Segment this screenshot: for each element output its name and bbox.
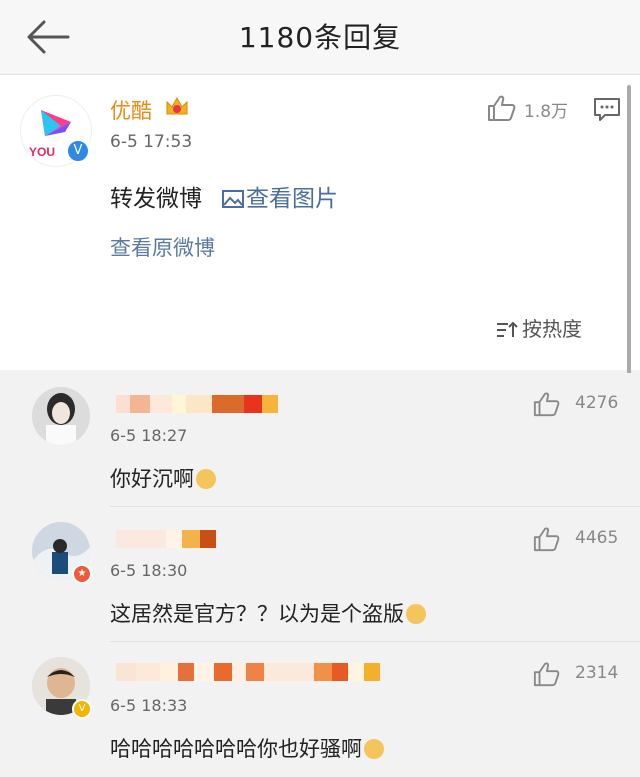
comment-item[interactable]: 6-5 18:27 你好沉啊 4276 bbox=[0, 373, 640, 507]
comment-time: 6-5 18:27 bbox=[110, 426, 188, 445]
sort-button[interactable]: 按热度 bbox=[496, 313, 582, 342]
thumbs-up-icon[interactable] bbox=[532, 391, 560, 417]
verified-badge-icon: V bbox=[66, 139, 90, 163]
comment-time: 6-5 18:33 bbox=[110, 696, 188, 715]
comment-item[interactable]: V 6-5 18:33 哈哈哈哈哈哈哈你也好骚啊 2314 bbox=[0, 643, 640, 777]
post-text: 转发微博 bbox=[110, 186, 202, 212]
doge-emoji-icon bbox=[364, 739, 384, 759]
comment-icon[interactable] bbox=[593, 97, 621, 123]
view-picture-label: 查看图片 bbox=[246, 186, 338, 212]
thumbs-up-icon[interactable] bbox=[532, 526, 560, 552]
sort-icon bbox=[497, 321, 518, 337]
comment-text-content: 你好沉啊 bbox=[110, 467, 194, 491]
top-bar: 1180条回复 bbox=[0, 0, 640, 75]
avatar-image-icon bbox=[32, 387, 90, 445]
divider bbox=[110, 641, 640, 642]
sort-label: 按热度 bbox=[522, 317, 582, 341]
page-title: 1180条回复 bbox=[238, 21, 402, 54]
comment-like-count: 2314 bbox=[575, 663, 619, 683]
avatar-text: YOU bbox=[29, 145, 55, 159]
comment-like-count: 4276 bbox=[575, 393, 619, 413]
divider bbox=[110, 506, 640, 507]
view-original-link[interactable]: 查看原微博 bbox=[110, 232, 215, 262]
doge-emoji-icon bbox=[196, 469, 216, 489]
verified-badge-icon: V bbox=[72, 699, 92, 719]
blurred-username[interactable] bbox=[116, 663, 380, 681]
comment-item[interactable]: ★ 6-5 18:30 这居然是官方？？以为是个盗版 4465 bbox=[0, 508, 640, 642]
post-author[interactable]: 优酷 bbox=[110, 95, 152, 125]
comment-text: 这居然是官方？？以为是个盗版 bbox=[110, 598, 426, 628]
main-post: YOU V 优酷 6-5 17:53 1.8万 转发微博 查看图片 查看原微博 … bbox=[0, 75, 640, 370]
post-time: 6-5 17:53 bbox=[110, 132, 193, 152]
comment-time: 6-5 18:30 bbox=[110, 561, 188, 580]
blurred-username[interactable] bbox=[116, 530, 216, 548]
thumbs-up-icon[interactable] bbox=[532, 661, 560, 687]
crown-icon bbox=[166, 96, 188, 115]
commenter-avatar[interactable] bbox=[32, 387, 90, 445]
view-picture-link[interactable]: 查看图片 bbox=[222, 179, 338, 213]
blurred-username[interactable] bbox=[116, 395, 278, 413]
picture-icon bbox=[222, 190, 244, 208]
comment-like-count: 4465 bbox=[575, 528, 619, 548]
laugh-cry-emoji-icon bbox=[406, 604, 426, 624]
thumbs-up-icon[interactable] bbox=[486, 94, 516, 122]
comment-text-content: 哈哈哈哈哈哈哈你也好骚啊 bbox=[110, 737, 362, 761]
post-like-count: 1.8万 bbox=[524, 102, 569, 122]
comment-text: 你好沉啊 bbox=[110, 463, 216, 493]
comment-text: 哈哈哈哈哈哈哈你也好骚啊 bbox=[110, 733, 384, 763]
comment-text-content: 这居然是官方？？以为是个盗版 bbox=[110, 602, 404, 626]
member-badge-icon: ★ bbox=[72, 564, 92, 584]
